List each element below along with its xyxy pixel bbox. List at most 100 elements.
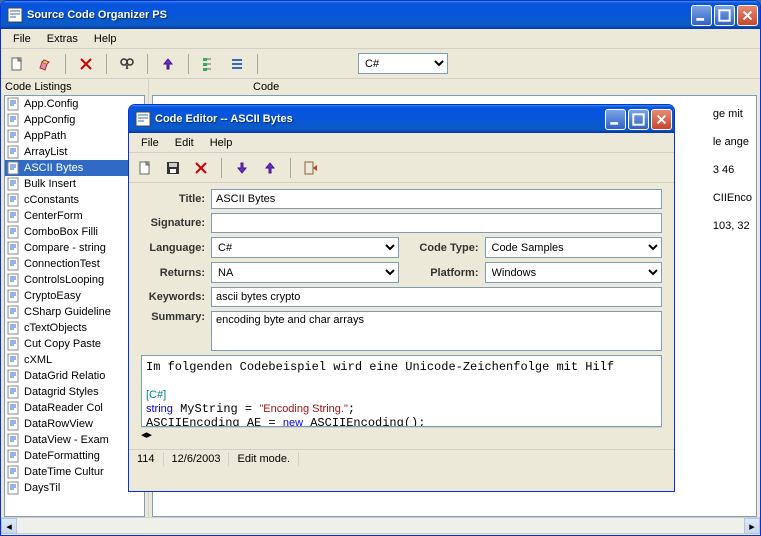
code-label: Code xyxy=(249,79,283,95)
editor-maximize-button[interactable] xyxy=(628,109,649,130)
returns-combo[interactable]: NA xyxy=(211,262,399,283)
scroll-left-icon[interactable]: ◂ xyxy=(1,518,17,534)
code-file-icon xyxy=(7,273,21,287)
tree-item[interactable]: DataRowView xyxy=(5,416,144,432)
tree-item[interactable]: ASCII Bytes xyxy=(5,160,144,176)
menu-help[interactable]: Help xyxy=(86,31,125,47)
minimize-button[interactable] xyxy=(691,5,712,26)
editor-scroll-right-icon[interactable]: ▸ xyxy=(147,428,153,443)
code-file-icon xyxy=(7,465,21,479)
tree-item[interactable]: ControlsLooping xyxy=(5,272,144,288)
tree-item[interactable]: cTextObjects xyxy=(5,320,144,336)
tree-item[interactable]: ComboBox Filli xyxy=(5,224,144,240)
tree-item[interactable]: cXML xyxy=(5,352,144,368)
tree-item[interactable]: Cut Copy Paste xyxy=(5,336,144,352)
menu-file[interactable]: File xyxy=(5,31,39,47)
edit-icon[interactable] xyxy=(35,54,55,74)
tree-item[interactable]: CryptoEasy xyxy=(5,288,144,304)
menu-extras[interactable]: Extras xyxy=(39,31,86,47)
tree-item[interactable]: AppConfig xyxy=(5,112,144,128)
editor-menu-edit[interactable]: Edit xyxy=(167,135,202,151)
keywords-field[interactable] xyxy=(211,287,662,307)
tree-item-label: Datagrid Styles xyxy=(24,386,99,398)
tree-item-label: DaysTil xyxy=(24,482,60,494)
code-file-icon xyxy=(7,321,21,335)
summary-field[interactable] xyxy=(211,311,662,351)
tree-item[interactable]: DateFormatting xyxy=(5,448,144,464)
code-file-icon xyxy=(7,305,21,319)
editor-window: Code Editor -- ASCII Bytes File Edit Hel… xyxy=(128,104,675,492)
editor-titlebar[interactable]: Code Editor -- ASCII Bytes xyxy=(129,105,674,133)
language-combo[interactable]: C# xyxy=(211,237,399,258)
language-filter-combo[interactable]: C# xyxy=(358,53,448,74)
code-preview[interactable]: Im folgenden Codebeispiel wird eine Unic… xyxy=(141,355,662,427)
main-toolbar: C# xyxy=(1,49,760,79)
tree-item-label: DateTime Cultur xyxy=(24,466,104,478)
editor-minimize-button[interactable] xyxy=(605,109,626,130)
tree-item[interactable]: DataGrid Relatio xyxy=(5,368,144,384)
tree-item[interactable]: Datagrid Styles xyxy=(5,384,144,400)
tree-item[interactable]: App.Config xyxy=(5,96,144,112)
main-titlebar[interactable]: Source Code Organizer PS xyxy=(1,1,760,29)
close-button[interactable] xyxy=(737,5,758,26)
editor-status-count: 114 xyxy=(129,452,164,466)
editor-app-icon xyxy=(135,111,151,127)
editor-menu-file[interactable]: File xyxy=(133,135,167,151)
tree-item[interactable]: CenterForm xyxy=(5,208,144,224)
title-field[interactable] xyxy=(211,189,662,209)
tree-item-label: DateFormatting xyxy=(24,450,100,462)
tree-item-label: DataReader Col xyxy=(24,402,103,414)
delete-icon[interactable] xyxy=(76,54,96,74)
title-label: Title: xyxy=(141,193,205,205)
scroll-right-icon[interactable]: ▸ xyxy=(744,518,760,534)
list-icon[interactable] xyxy=(227,54,247,74)
editor-title: Code Editor -- ASCII Bytes xyxy=(155,113,605,125)
tree-item-label: ControlsLooping xyxy=(24,274,104,286)
editor-menu-help[interactable]: Help xyxy=(202,135,241,151)
tree-icon[interactable] xyxy=(199,54,219,74)
code-listings-tree[interactable]: App.Config AppConfig AppPath ArrayList ASCII… xyxy=(4,95,145,517)
platform-combo[interactable]: Windows xyxy=(485,262,663,283)
tree-item-label: DataView - Exam xyxy=(24,434,109,446)
new-icon[interactable] xyxy=(7,54,27,74)
returns-label: Returns: xyxy=(141,267,205,279)
main-hscroll[interactable]: ◂▸ xyxy=(1,517,760,533)
tree-item[interactable]: cConstants xyxy=(5,192,144,208)
editor-delete-icon[interactable] xyxy=(191,158,211,178)
tree-item-label: cTextObjects xyxy=(24,322,87,334)
tree-item[interactable]: ConnectionTest xyxy=(5,256,144,272)
down-icon[interactable] xyxy=(232,158,252,178)
exit-icon[interactable] xyxy=(301,158,321,178)
save-icon[interactable] xyxy=(163,158,183,178)
codetype-combo[interactable]: Code Samples xyxy=(485,237,663,258)
code-file-icon xyxy=(7,257,21,271)
tree-item[interactable]: DateTime Cultur xyxy=(5,464,144,480)
signature-field[interactable] xyxy=(211,213,662,233)
tree-item[interactable]: Bulk Insert xyxy=(5,176,144,192)
tree-item-label: ASCII Bytes xyxy=(24,162,83,174)
maximize-button[interactable] xyxy=(714,5,735,26)
language-label: Language: xyxy=(141,242,205,254)
tree-item[interactable]: CSharp Guideline xyxy=(5,304,144,320)
editor-menubar: File Edit Help xyxy=(129,133,674,153)
tree-item[interactable]: DataView - Exam xyxy=(5,432,144,448)
search-icon[interactable] xyxy=(117,54,137,74)
tree-item[interactable]: Compare - string xyxy=(5,240,144,256)
editor-new-icon[interactable] xyxy=(135,158,155,178)
tree-item[interactable]: DaysTil xyxy=(5,480,144,496)
tree-item[interactable]: ArrayList xyxy=(5,144,144,160)
code-file-icon xyxy=(7,225,21,239)
editor-hscroll[interactable]: ◂▸ xyxy=(141,427,662,443)
editor-close-button[interactable] xyxy=(651,109,672,130)
tree-item-label: AppConfig xyxy=(24,114,75,126)
code-file-icon xyxy=(7,433,21,447)
code-file-icon xyxy=(7,145,21,159)
editor-up-icon[interactable] xyxy=(260,158,280,178)
tree-item-label: AppPath xyxy=(24,130,66,142)
code-file-icon xyxy=(7,97,21,111)
tree-item[interactable]: DataReader Col xyxy=(5,400,144,416)
tree-item[interactable]: AppPath xyxy=(5,128,144,144)
tree-item-label: CryptoEasy xyxy=(24,290,81,302)
up-icon[interactable] xyxy=(158,54,178,74)
code-file-icon xyxy=(7,449,21,463)
